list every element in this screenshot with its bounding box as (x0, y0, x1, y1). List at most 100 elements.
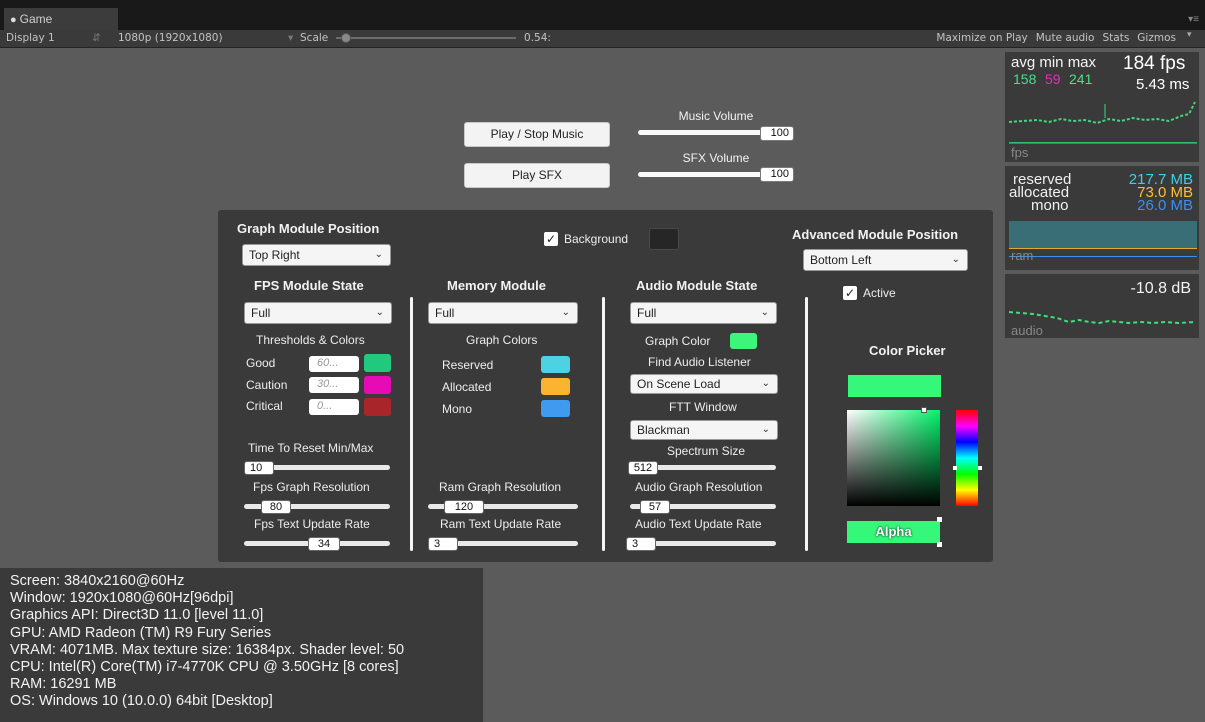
info-window: Window: 1920x1080@60Hz[96dpi] (10, 590, 234, 607)
ram-text-update-rate-label: Ram Text Update Rate (440, 517, 562, 531)
reserved-color-swatch[interactable] (541, 356, 570, 373)
fps-graph-resolution-value[interactable]: 80 (261, 500, 291, 514)
game-toolbar: Display 1 ⇵ 1080p (1920x1080) ▾ Scale 0.… (0, 30, 1205, 48)
audio-module-state-title: Audio Module State (636, 278, 758, 293)
display-dropdown[interactable]: Display 1 (6, 32, 55, 44)
advanced-module-position-dropdown[interactable]: Bottom Left ⌄ (803, 249, 968, 271)
audio-text-update-rate-value[interactable]: 3 (626, 537, 656, 551)
fps-graph (1009, 101, 1197, 144)
fft-window-label: FTT Window (669, 400, 737, 414)
caution-label: Caution (246, 378, 288, 392)
display-label: Display 1 (6, 32, 55, 44)
audio-graph-resolution-label: Audio Graph Resolution (635, 480, 763, 494)
fps-text-update-rate-label: Fps Text Update Rate (254, 517, 370, 531)
color-picker-title: Color Picker (869, 343, 946, 358)
spectrum-size-value[interactable]: 512 (628, 461, 658, 475)
background-checkbox[interactable]: ✓ (544, 232, 558, 246)
fps-graph-label: fps (1011, 145, 1029, 160)
scale-label: Scale (300, 32, 329, 44)
alpha-slider[interactable]: Alpha (847, 521, 940, 543)
gizmos-button[interactable]: Gizmos (1134, 31, 1179, 45)
fps-graph-resolution-label: Fps Graph Resolution (253, 480, 370, 494)
game-view: ● Game ▾≡ Display 1 ⇵ 1080p (1920x1080) ▾… (0, 0, 1205, 722)
gizmos-dropdown-icon[interactable]: ▾ (1187, 30, 1201, 47)
fps-module-state-dropdown[interactable]: Full ⌄ (244, 302, 392, 324)
ram-text-update-rate-value[interactable]: 3 (428, 537, 458, 551)
color-picker-sv-area[interactable] (847, 410, 940, 506)
mute-audio-button[interactable]: Mute audio (1033, 31, 1098, 45)
hue-handle-right[interactable] (978, 466, 982, 470)
window-menu-icon[interactable]: ▾≡ (1188, 14, 1199, 25)
scale-slider-track[interactable] (336, 37, 516, 39)
caution-color-swatch[interactable] (364, 376, 391, 394)
chevron-down-icon: ⌄ (951, 254, 960, 265)
time-to-reset-label: Time To Reset Min/Max (248, 441, 374, 455)
scale-slider-thumb[interactable] (341, 33, 351, 43)
tab-game[interactable]: ● Game (4, 8, 118, 31)
audio-graph-resolution-value[interactable]: 57 (640, 500, 670, 514)
color-picker-preview (848, 375, 941, 397)
info-os: OS: Windows 10 (10.0.0) 64bit [Desktop] (10, 693, 273, 710)
allocated-color-swatch[interactable] (541, 378, 570, 395)
hue-handle-left[interactable] (953, 466, 957, 470)
mono-color-swatch[interactable] (541, 400, 570, 417)
info-cpu: CPU: Intel(R) Core(TM) i7-4770K CPU @ 3.… (10, 659, 399, 676)
memory-module-state-dropdown[interactable]: Full ⌄ (428, 302, 578, 324)
chevron-down-icon: ⌄ (760, 307, 769, 318)
alpha-handle-top[interactable] (937, 517, 942, 522)
active-checkbox[interactable]: ✓ (843, 286, 857, 300)
active-label: Active (863, 286, 896, 300)
good-color-swatch[interactable] (364, 354, 391, 372)
critical-threshold-input[interactable]: 0... (309, 399, 359, 415)
fps-text-update-rate-value[interactable]: 34 (308, 537, 340, 551)
resolution-label: 1080p (1920x1080) (118, 32, 223, 44)
info-vram: VRAM: 4071MB. Max texture size: 16384px.… (10, 641, 405, 658)
mono-label: Mono (442, 402, 473, 416)
settings-panel: Graph Module Position Top Right ⌄ ✓ Back… (218, 210, 993, 562)
graph-module-position-dropdown[interactable]: Top Right ⌄ (242, 244, 391, 266)
display-dropdown-icon: ⇵ (92, 32, 101, 44)
advanced-module-position-value: Bottom Left (810, 253, 872, 267)
caution-threshold-input[interactable]: 30... (309, 377, 359, 393)
resolution-dropdown[interactable]: 1080p (1920x1080) (118, 32, 223, 44)
info-gpu: GPU: AMD Radeon (TM) R9 Fury Series (10, 624, 272, 641)
fft-window-value: Blackman (637, 423, 690, 437)
play-sfx-button[interactable]: Play SFX (464, 163, 610, 188)
time-to-reset-value[interactable]: 10 (244, 461, 274, 475)
color-picker-sv-handle[interactable] (921, 407, 927, 413)
thresholds-colors-label: Thresholds & Colors (256, 333, 365, 347)
good-threshold-input[interactable]: 60... (309, 356, 359, 372)
audio-graph-color-swatch[interactable] (730, 333, 757, 349)
fps-module-state-title: FPS Module State (254, 278, 364, 293)
alpha-handle-bottom[interactable] (937, 542, 942, 547)
memory-module-state-value: Full (435, 306, 455, 320)
background-color-swatch[interactable] (649, 228, 679, 250)
play-stop-music-button[interactable]: Play / Stop Music (464, 122, 610, 147)
sfx-volume-value[interactable]: 100 (760, 167, 794, 182)
fps-min-value: 59 (1045, 71, 1061, 87)
audio-module-state-dropdown[interactable]: Full ⌄ (630, 302, 777, 324)
alpha-label: Alpha (875, 524, 912, 539)
graph-colors-label: Graph Colors (466, 333, 538, 347)
column-divider (805, 297, 808, 551)
find-audio-listener-value: On Scene Load (637, 377, 721, 391)
reserved-label: Reserved (442, 358, 494, 372)
find-audio-listener-dropdown[interactable]: On Scene Load ⌄ (630, 374, 778, 394)
fps-graph-panel: avg min max 184 fps 158 59 241 5.43 ms f… (1005, 52, 1199, 162)
tab-bar: ● Game ▾≡ (0, 0, 1205, 31)
ram-graph-resolution-value[interactable]: 120 (444, 500, 484, 514)
graph-module-position-title: Graph Module Position (237, 221, 380, 236)
music-volume-value[interactable]: 100 (760, 126, 794, 141)
critical-color-swatch[interactable] (364, 398, 391, 416)
info-screen: Screen: 3840x2160@60Hz (10, 573, 185, 589)
game-icon: ● (10, 14, 17, 26)
chevron-down-icon: ⌄ (761, 378, 770, 389)
maximize-on-play-button[interactable]: Maximize on Play (933, 31, 1030, 45)
stats-button[interactable]: Stats (1099, 31, 1132, 45)
fft-window-dropdown[interactable]: Blackman ⌄ (630, 420, 778, 440)
spectrum-size-label: Spectrum Size (667, 444, 746, 458)
color-picker-hue-bar[interactable] (956, 410, 978, 506)
critical-label: Critical (246, 399, 283, 413)
chevron-down-icon: ⌄ (375, 307, 384, 318)
fps-avg-value: 158 (1013, 71, 1037, 87)
